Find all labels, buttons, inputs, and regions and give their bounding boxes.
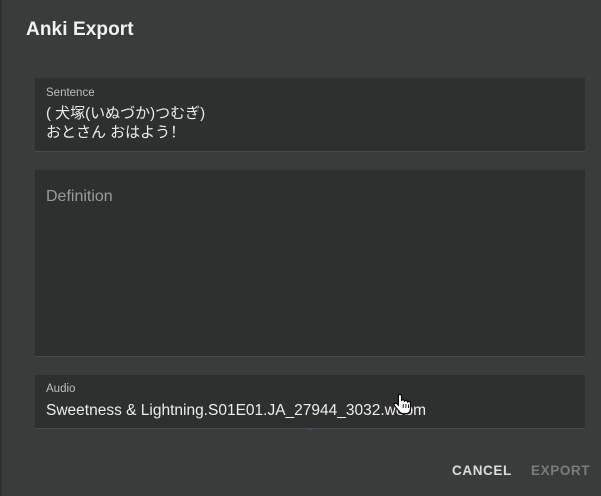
audio-label: Audio	[46, 383, 76, 395]
focus-dot	[309, 428, 312, 430]
cancel-button[interactable]: CANCEL	[452, 463, 512, 478]
anki-export-dialog: Anki Export Sentence ( 犬塚(いぬづか)つむぎ) おとさん…	[0, 0, 601, 496]
sentence-field[interactable]: Sentence ( 犬塚(いぬづか)つむぎ) おとさん おはよう！	[35, 78, 585, 152]
audio-field[interactable]: Audio Sweetness & Lightning.S01E01.JA_27…	[35, 375, 585, 429]
window-edge	[0, 0, 2, 496]
audio-input[interactable]: Sweetness & Lightning.S01E01.JA_27944_30…	[46, 401, 426, 420]
definition-placeholder: Definition	[46, 188, 113, 205]
export-button[interactable]: EXPORT	[531, 463, 590, 478]
sentence-input[interactable]: ( 犬塚(いぬづか)つむぎ) おとさん おはよう！	[46, 104, 205, 142]
definition-field[interactable]: Definition	[35, 170, 585, 357]
sentence-label: Sentence	[46, 87, 95, 99]
hand-pointer-icon	[394, 393, 411, 415]
dialog-title: Anki Export	[26, 19, 134, 40]
